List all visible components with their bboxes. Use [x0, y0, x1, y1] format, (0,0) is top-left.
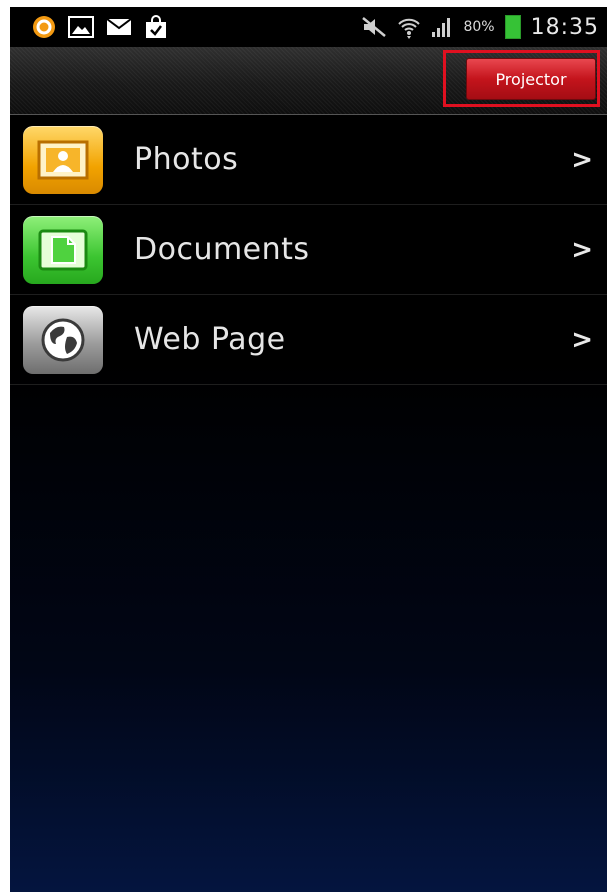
mail-icon: [106, 17, 132, 37]
web-page-icon: [23, 305, 103, 374]
chevron-right-icon: >: [571, 144, 593, 175]
chevron-right-icon: >: [571, 234, 593, 265]
projector-button[interactable]: Projector: [466, 58, 596, 100]
list-item-label: Web Page: [134, 322, 286, 357]
shopping-bag-icon: [144, 15, 168, 39]
menu-list: Photos > Documents > Web Page >: [10, 115, 607, 385]
documents-icon: [23, 215, 103, 284]
mute-icon: [361, 16, 387, 38]
status-bar: 80% 18:35: [10, 7, 607, 47]
signal-icon: [431, 16, 453, 38]
chevron-right-icon: >: [571, 324, 593, 355]
app-notification-icon: [32, 15, 56, 39]
battery-icon: [504, 15, 521, 39]
clock: 18:35: [530, 14, 599, 40]
battery-percent: 80%: [463, 19, 495, 35]
list-item-label: Photos: [134, 142, 239, 177]
notification-icons: [32, 12, 168, 42]
list-item-photos[interactable]: Photos >: [10, 115, 607, 205]
list-item-label: Documents: [134, 232, 310, 267]
list-item-web-page[interactable]: Web Page >: [10, 295, 607, 385]
wifi-icon: [397, 15, 421, 39]
system-status: 80% 18:35: [361, 12, 599, 42]
action-bar: Projector: [10, 47, 607, 115]
phone-screen: 80% 18:35 Projector Photos > Documents >…: [10, 7, 607, 892]
image-icon: [68, 16, 94, 38]
list-item-documents[interactable]: Documents >: [10, 205, 607, 295]
photos-icon: [23, 125, 103, 194]
